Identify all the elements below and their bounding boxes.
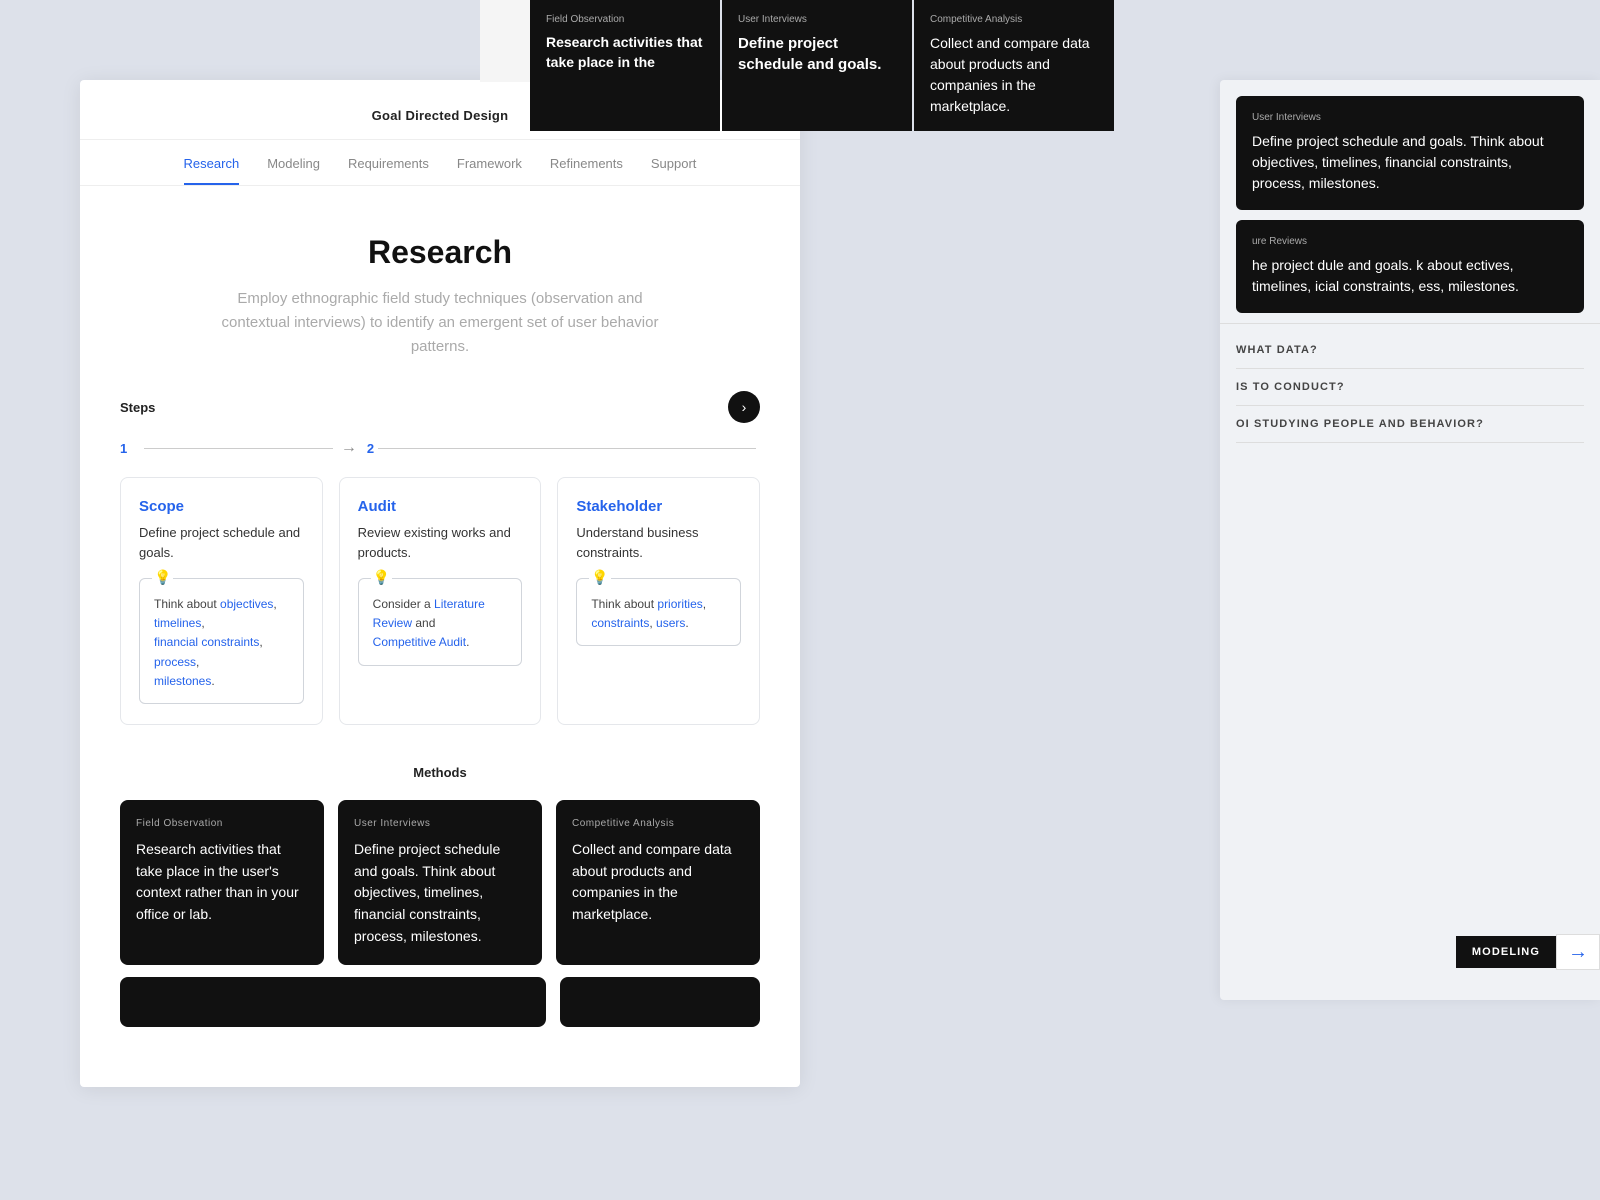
hero-title: Research — [160, 234, 720, 271]
step-number-1: 1 — [120, 441, 140, 456]
steps-progress: 1 → 2 — [80, 439, 800, 457]
hero-section: Research Employ ethnographic field study… — [80, 186, 800, 391]
partial-card-2 — [560, 977, 760, 1027]
modeling-arrow-icon[interactable]: → — [1556, 934, 1600, 970]
right-user-interviews-text: Define project schedule and goals. Think… — [1252, 131, 1568, 194]
right-panel-content: User Interviews Define project schedule … — [1220, 80, 1600, 313]
method-card-field-observation: Field Observation Research activities th… — [120, 800, 324, 965]
tab-support[interactable]: Support — [651, 156, 697, 185]
steps-next-button[interactable]: › — [728, 391, 760, 423]
comp-anal-desc: Collect and compare data about products … — [572, 839, 744, 926]
right-user-interviews-tag: User Interviews — [1252, 112, 1568, 123]
steps-label: Steps — [120, 400, 155, 415]
comp-anal-tag: Competitive Analysis — [572, 818, 744, 829]
steps-cards: Scope Define project schedule and goals.… — [80, 477, 800, 725]
main-card: Goal Directed Design Research Modeling R… — [80, 80, 800, 1087]
tab-requirements[interactable]: Requirements — [348, 156, 429, 185]
popup-field-observation-card: Field Observation Research activities th… — [530, 0, 720, 131]
link-constraints[interactable]: constraints — [591, 616, 649, 630]
methods-label: Methods — [120, 765, 760, 780]
field-obs-tag: Field Observation — [136, 818, 308, 829]
steps-header: Steps › — [80, 391, 800, 423]
question-item-2: IS TO CONDUCT? — [1236, 369, 1584, 406]
right-panel-divider — [1220, 323, 1600, 324]
tab-refinements[interactable]: Refinements — [550, 156, 623, 185]
chevron-right-icon: › — [742, 399, 747, 415]
hero-description: Employ ethnographic field study techniqu… — [210, 287, 670, 359]
method-card-competitive-analysis: Competitive Analysis Collect and compare… — [556, 800, 760, 965]
popup-user-interviews-card: User Interviews Define project schedule … — [722, 0, 912, 131]
partial-bottom-cards — [80, 977, 800, 1027]
question-item-1: WHAT DATA? — [1236, 332, 1584, 369]
lightbulb-icon-2: 💡 — [371, 569, 392, 586]
link-financial-constraints[interactable]: financial constraints — [154, 635, 259, 649]
audit-title: Audit — [358, 498, 523, 515]
scope-description: Define project schedule and goals. — [139, 523, 304, 562]
tab-framework[interactable]: Framework — [457, 156, 522, 185]
step-line-2 — [378, 448, 756, 449]
right-lit-reviews-text: he project dule and goals. k about ectiv… — [1252, 255, 1568, 297]
audit-tip-text: Consider a Literature Review and Competi… — [373, 595, 508, 653]
right-panel: User Interviews Define project schedule … — [1220, 80, 1600, 1000]
nav-tabs: Research Modeling Requirements Framework… — [80, 140, 800, 186]
modeling-button-container[interactable]: MODELING → — [1456, 934, 1600, 970]
scope-tip-box: 💡 Think about objectives, timelines, fin… — [139, 578, 304, 704]
scope-tip-text: Think about objectives, timelines, finan… — [154, 595, 289, 691]
right-questions-list: WHAT DATA? IS TO CONDUCT? OI STUDYING PE… — [1220, 332, 1600, 443]
step-line-1 — [144, 448, 333, 449]
lightbulb-icon: 💡 — [152, 569, 173, 586]
popup-field-observation-tag: Field Observation — [546, 14, 704, 25]
link-objectives[interactable]: objectives — [220, 597, 273, 611]
stakeholder-tip-text: Think about priorities, constraints, use… — [591, 595, 726, 633]
right-lit-reviews-tag: ure Reviews — [1252, 236, 1568, 247]
step-card-audit: Audit Review existing works and products… — [339, 477, 542, 725]
step-number-2: 2 — [367, 441, 374, 456]
popup-competitive-analysis-text: Collect and compare data about products … — [930, 33, 1098, 117]
popup-competitive-analysis-card: Competitive Analysis Collect and compare… — [914, 0, 1114, 131]
audit-description: Review existing works and products. — [358, 523, 523, 562]
field-obs-desc: Research activities that take place in t… — [136, 839, 308, 926]
right-user-interviews-card: User Interviews Define project schedule … — [1236, 96, 1584, 210]
popup-competitive-analysis-tag: Competitive Analysis — [930, 14, 1098, 25]
stakeholder-title: Stakeholder — [576, 498, 741, 515]
methods-cards: Field Observation Research activities th… — [120, 800, 760, 965]
right-literature-reviews-card: ure Reviews he project dule and goals. k… — [1236, 220, 1584, 313]
link-literature-review[interactable]: Literature Review — [373, 597, 485, 630]
popup-field-observation-text: Research activities that take place in t… — [546, 33, 704, 72]
popup-user-interviews-text: Define project schedule and goals. — [738, 33, 896, 75]
lightbulb-icon-3: 💡 — [589, 569, 610, 586]
user-int-tag: User Interviews — [354, 818, 526, 829]
link-competitive-audit[interactable]: Competitive Audit — [373, 635, 466, 649]
link-milestones[interactable]: milestones — [154, 674, 211, 688]
methods-section: Methods Field Observation Research activ… — [80, 725, 800, 965]
tab-modeling[interactable]: Modeling — [267, 156, 320, 185]
link-process[interactable]: process — [154, 655, 196, 669]
stakeholder-tip-box: 💡 Think about priorities, constraints, u… — [576, 578, 741, 646]
partial-card-1 — [120, 977, 546, 1027]
scope-title: Scope — [139, 498, 304, 515]
popup-user-interviews-tag: User Interviews — [738, 14, 896, 25]
audit-tip-box: 💡 Consider a Literature Review and Compe… — [358, 578, 523, 666]
step-card-scope: Scope Define project schedule and goals.… — [120, 477, 323, 725]
link-priorities[interactable]: priorities — [657, 597, 702, 611]
method-card-user-interviews: User Interviews Define project schedule … — [338, 800, 542, 965]
step-card-stakeholder: Stakeholder Understand business constrai… — [557, 477, 760, 725]
modeling-button-label[interactable]: MODELING — [1456, 936, 1556, 968]
question-item-3: OI STUDYING PEOPLE AND BEHAVIOR? — [1236, 406, 1584, 443]
link-timelines[interactable]: timelines — [154, 616, 201, 630]
tab-research[interactable]: Research — [184, 156, 240, 185]
user-int-desc: Define project schedule and goals. Think… — [354, 839, 526, 947]
step-arrow-icon: → — [341, 439, 357, 457]
link-users[interactable]: users — [656, 616, 685, 630]
stakeholder-description: Understand business constraints. — [576, 523, 741, 562]
